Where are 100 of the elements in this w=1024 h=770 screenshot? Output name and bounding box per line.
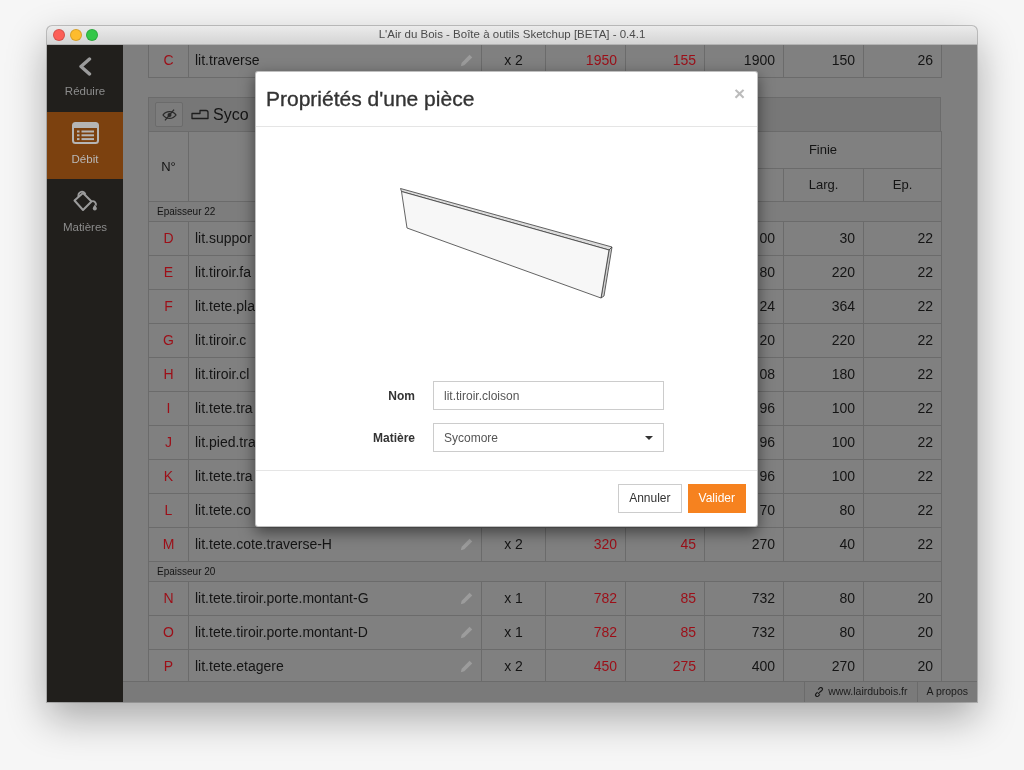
dimension-value: 96	[759, 400, 775, 416]
dimension-value: 22	[917, 264, 933, 280]
dimension-value: 22	[917, 468, 933, 484]
part-name: lit.tiroir.cl	[195, 365, 250, 384]
sidebar-item[interactable]: Débit	[47, 112, 123, 179]
dimension-value: 80	[839, 624, 855, 640]
zoom-window-button[interactable]	[86, 29, 98, 41]
dimension-value: 22	[917, 434, 933, 450]
material-select[interactable]: Sycomore	[433, 423, 664, 452]
part-number: H	[163, 366, 174, 382]
link-icon	[814, 687, 825, 697]
pencil-icon[interactable]	[460, 592, 473, 605]
dimension-value: 150	[831, 52, 855, 68]
dimension-value: 1950	[585, 52, 617, 68]
dialog-title: Propriétés d'une pièce	[266, 86, 475, 112]
chevron-left-icon	[78, 56, 92, 76]
dimension-value: 80	[839, 502, 855, 518]
part-number: E	[163, 264, 174, 280]
group-name: Syco	[213, 104, 249, 125]
section-label: Epaisseur 22	[157, 206, 216, 217]
dimension-value: 20	[917, 658, 933, 674]
dimension-value: 96	[759, 434, 775, 450]
dimension-value: 85	[680, 590, 696, 606]
dimension-value: 782	[593, 624, 617, 640]
dimension-value: 22	[917, 230, 933, 246]
status-bar-link[interactable]: A propos	[916, 682, 977, 702]
list-icon	[71, 122, 99, 145]
confirm-button[interactable]: Valider	[687, 484, 746, 513]
column-header: Larg.	[808, 177, 839, 193]
dimension-value: 400	[751, 658, 775, 674]
part-number: M	[162, 536, 175, 552]
part-name: lit.tete.cote.traverse-H	[195, 535, 332, 554]
sidebar-item[interactable]: Matières	[47, 179, 123, 246]
part-number: J	[165, 434, 172, 450]
status-bar-link[interactable]: www.lairdubois.fr	[804, 682, 917, 702]
dimension-value: 22	[917, 536, 933, 552]
dimension-value: 20	[917, 590, 933, 606]
part-number: O	[163, 624, 174, 640]
part-number: P	[163, 658, 174, 674]
part-name: lit.tete.etagere	[195, 657, 284, 676]
part-name: lit.tete.co	[195, 501, 252, 520]
dimension-value: 100	[831, 434, 855, 450]
window-title: L'Air du Bois - Boîte à outils Sketchup [BETA] - 0.4.1	[378, 27, 646, 43]
column-header: Ep.	[892, 177, 913, 193]
part-number: C	[163, 52, 174, 68]
part-number: N	[163, 590, 174, 606]
dimension-value: 1900	[743, 52, 775, 68]
dimension-value: 100	[831, 468, 855, 484]
part-name: lit.tete.tiroir.porte.montant-D	[195, 623, 368, 642]
dimension-value: 30	[839, 230, 855, 246]
part-name: lit.suppor	[195, 229, 252, 248]
caret-icon	[645, 435, 653, 440]
dimension-value: 00	[759, 230, 775, 246]
part-number: G	[163, 332, 174, 348]
dimension-value: 180	[831, 366, 855, 382]
dimension-value: 20	[917, 624, 933, 640]
dimension-value: 22	[917, 400, 933, 416]
pencil-icon[interactable]	[460, 538, 473, 551]
dimension-value: 24	[759, 298, 775, 314]
dimension-value: 08	[759, 366, 775, 382]
column-header: N°	[161, 158, 176, 174]
dimension-value: 22	[917, 366, 933, 382]
visibility-toggle-button[interactable]	[155, 102, 183, 127]
part-name: lit.traverse	[195, 51, 260, 70]
plank-icon	[191, 109, 209, 120]
cancel-button[interactable]: Annuler	[618, 484, 682, 513]
dimension-value: 96	[759, 468, 775, 484]
dimension-value: 40	[839, 536, 855, 552]
close-window-button[interactable]	[53, 29, 65, 41]
part-name: lit.tete.tra	[195, 399, 253, 418]
quantity: x 2	[504, 658, 523, 674]
dimension-value: 22	[917, 502, 933, 518]
name-field[interactable]: lit.tiroir.cloison	[433, 381, 664, 410]
dimension-value: 22	[917, 332, 933, 348]
dimension-value: 20	[759, 332, 775, 348]
paint-bucket-icon	[72, 188, 98, 212]
dimension-value: 270	[831, 658, 855, 674]
minimize-window-button[interactable]	[69, 29, 82, 41]
pencil-icon[interactable]	[460, 660, 473, 673]
dimension-value: 100	[831, 400, 855, 416]
part-name: lit.pied.tra	[195, 433, 256, 452]
dimension-value: 85	[680, 624, 696, 640]
dimension-value: 22	[917, 298, 933, 314]
column-header: Finie	[808, 142, 838, 158]
part-number: F	[164, 298, 173, 314]
dimension-value: 270	[751, 536, 775, 552]
part-name: lit.tiroir.c	[195, 331, 247, 350]
sidebar-item[interactable]: Réduire	[47, 45, 123, 112]
part-name: lit.tete.tra	[195, 467, 253, 486]
dimension-value: 70	[759, 502, 775, 518]
dimension-value: 364	[831, 298, 855, 314]
dimension-value: 80	[839, 590, 855, 606]
quantity: x 2	[504, 536, 523, 552]
field-label: Nom	[387, 387, 415, 405]
section-label: Epaisseur 20	[157, 566, 216, 577]
part-name: lit.tete.pla	[195, 297, 255, 316]
quantity: x 1	[504, 624, 523, 640]
part-number: I	[166, 400, 171, 416]
pencil-icon[interactable]	[460, 626, 473, 639]
pencil-icon[interactable]	[460, 54, 473, 67]
